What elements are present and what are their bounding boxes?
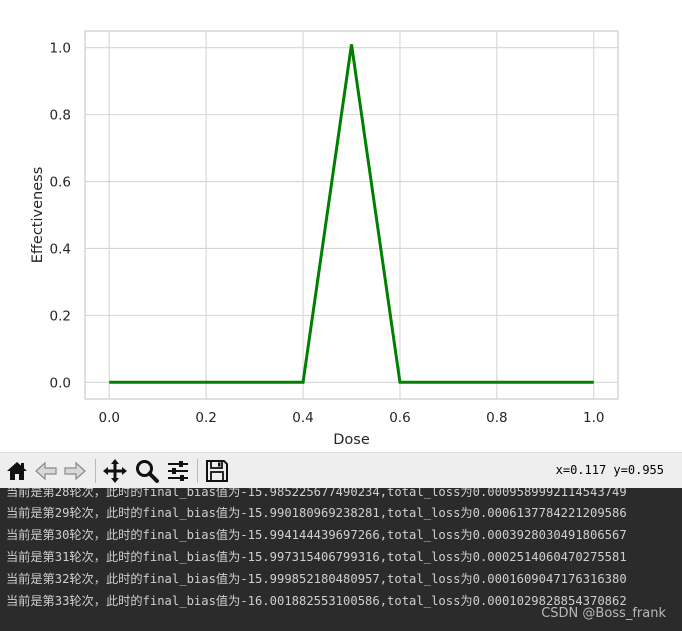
y-tick-label: 0.4 — [50, 241, 71, 257]
x-tick-label: 0.0 — [98, 410, 119, 426]
y-axis-label: Effectiveness — [30, 167, 46, 263]
log-line: 当前是第32轮次，此时的final_bias值为-15.999852180480… — [6, 572, 627, 586]
x-axis-label: Dose — [333, 432, 370, 448]
arrow-left-icon — [35, 461, 57, 481]
save-button[interactable] — [203, 457, 231, 485]
arrow-right-icon — [64, 461, 86, 481]
navigation-toolbar: x=0.117 y=0.955 — [0, 452, 682, 488]
toolbar-separator — [197, 459, 198, 483]
cursor-coordinates: x=0.117 y=0.955 — [555, 463, 664, 477]
log-line: 当前是第33轮次，此时的final_bias值为-16.001882553100… — [6, 594, 627, 608]
log-line: 当前是第31轮次，此时的final_bias值为-15.997315406799… — [6, 550, 627, 564]
y-tick-label: 0.0 — [50, 375, 71, 391]
home-icon — [7, 462, 27, 480]
configure-subplots-button[interactable] — [164, 457, 192, 485]
floppy-disk-icon — [206, 460, 228, 482]
log-line: 当前是第28轮次，此时的final_bias值为-15.985225677490… — [6, 488, 627, 499]
log-line: 当前是第29轮次，此时的final_bias值为-15.990180969238… — [6, 506, 627, 520]
back-button[interactable] — [32, 457, 60, 485]
x-tick-label: 1.0 — [583, 410, 604, 426]
y-tick-label: 0.6 — [50, 175, 71, 191]
sliders-icon — [168, 461, 188, 481]
forward-button[interactable] — [61, 457, 89, 485]
y-tick-label: 1.0 — [50, 41, 71, 57]
toolbar-separator — [95, 459, 96, 483]
x-tick-label: 0.4 — [292, 410, 313, 426]
console-output: 当前是第28轮次，此时的final_bias值为-15.985225677490… — [0, 488, 682, 631]
figure-canvas[interactable]: 0.0 0.2 0.4 0.6 0.8 1.0 0.0 0.2 0.4 0.6 0.8 1.0 Dos… — [0, 0, 682, 452]
x-tick-label: 0.6 — [389, 410, 410, 426]
watermark: CSDN @Boss_frank — [541, 606, 666, 621]
y-tick-label: 0.2 — [50, 308, 71, 324]
magnifier-icon — [136, 460, 159, 483]
y-tick-label: 0.8 — [50, 108, 71, 124]
home-button[interactable] — [3, 457, 31, 485]
move-icon — [103, 459, 127, 483]
pan-button[interactable] — [101, 457, 129, 485]
axes-background — [85, 31, 618, 399]
log-line: 当前是第30轮次，此时的final_bias值为-15.994144439697… — [6, 528, 627, 542]
line-chart: 0.0 0.2 0.4 0.6 0.8 1.0 0.0 0.2 0.4 0.6 0.8 1.0 Dos… — [30, 30, 619, 448]
zoom-button[interactable] — [133, 457, 161, 485]
x-tick-label: 0.2 — [195, 410, 216, 426]
x-tick-label: 0.8 — [486, 410, 507, 426]
